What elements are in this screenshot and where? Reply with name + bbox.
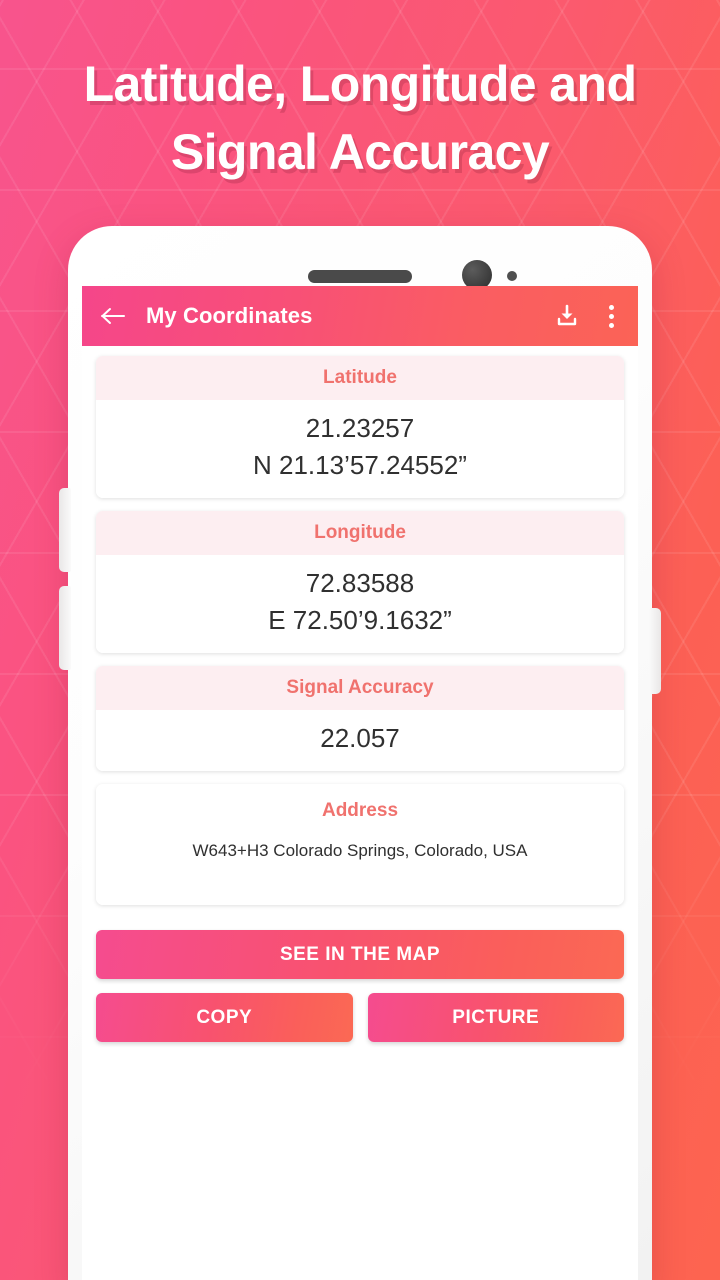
address-card: Address W643+H3 Colorado Springs, Colora…	[96, 783, 624, 906]
back-button[interactable]	[94, 297, 132, 335]
latitude-decimal-value: 21.23257	[305, 413, 415, 443]
signal-accuracy-card-label: Signal Accuracy	[96, 665, 624, 710]
promo-headline: Latitude, Longitude and Signal Accuracy	[0, 50, 720, 186]
download-icon	[557, 304, 577, 326]
phone-device-frame: My Coordinates Latitude 21.23257 N 21.13…	[59, 226, 661, 1280]
arrow-left-icon	[101, 308, 125, 324]
screen-content: Latitude 21.23257 N 21.13’57.24552” Long…	[82, 346, 638, 906]
latitude-card-label: Latitude	[96, 356, 624, 400]
secondary-button-row: COPY PICTURE	[96, 993, 624, 1043]
app-bar: My Coordinates	[82, 286, 638, 346]
action-buttons: SEE IN THE MAP COPY PICTURE	[82, 918, 638, 1043]
more-vertical-icon-dot	[608, 304, 614, 310]
longitude-card-label: Longitude	[96, 510, 624, 555]
volume-up-button[interactable]	[59, 488, 71, 572]
volume-down-button[interactable]	[59, 586, 71, 670]
longitude-card: Longitude 72.83588 E 72.50’9.1632”	[96, 510, 624, 653]
download-button[interactable]	[548, 297, 586, 335]
latitude-card: Latitude 21.23257 N 21.13’57.24552”	[96, 356, 624, 498]
see-in-the-map-button[interactable]: SEE IN THE MAP	[96, 930, 624, 980]
promo-background: Latitude, Longitude and Signal Accuracy …	[0, 0, 720, 1280]
longitude-card-body: 72.83588 E 72.50’9.1632”	[96, 554, 624, 653]
more-vertical-icon-dot	[608, 322, 614, 328]
address-value: W643+H3 Colorado Springs, Colorado, USA	[192, 840, 528, 860]
latitude-dms-value: N 21.13’57.24552”	[253, 449, 467, 480]
picture-button[interactable]: PICTURE	[367, 993, 624, 1043]
speaker-grille	[308, 270, 412, 283]
headline-line-2: Signal Accuracy	[170, 124, 550, 180]
latitude-card-body: 21.23257 N 21.13’57.24552”	[96, 400, 624, 498]
address-card-label: Address	[96, 783, 624, 828]
headline-line-1: Latitude, Longitude and	[83, 56, 637, 112]
proximity-sensor-icon	[507, 271, 517, 281]
signal-accuracy-card: Signal Accuracy 22.057	[96, 665, 624, 771]
copy-button[interactable]: COPY	[96, 993, 353, 1043]
phone-screen: My Coordinates Latitude 21.23257 N 21.13…	[82, 286, 638, 1280]
signal-accuracy-value: 22.057	[320, 722, 400, 753]
page-title: My Coordinates	[146, 303, 313, 328]
longitude-decimal-value: 72.83588	[305, 567, 415, 598]
signal-accuracy-card-body: 22.057	[96, 709, 624, 771]
overflow-menu-button[interactable]	[598, 297, 624, 335]
address-card-body: W643+H3 Colorado Springs, Colorado, USA	[96, 827, 624, 906]
longitude-dms-value: E 72.50’9.1632”	[268, 604, 452, 635]
power-button[interactable]	[649, 608, 661, 694]
more-vertical-icon-dot	[608, 313, 614, 319]
